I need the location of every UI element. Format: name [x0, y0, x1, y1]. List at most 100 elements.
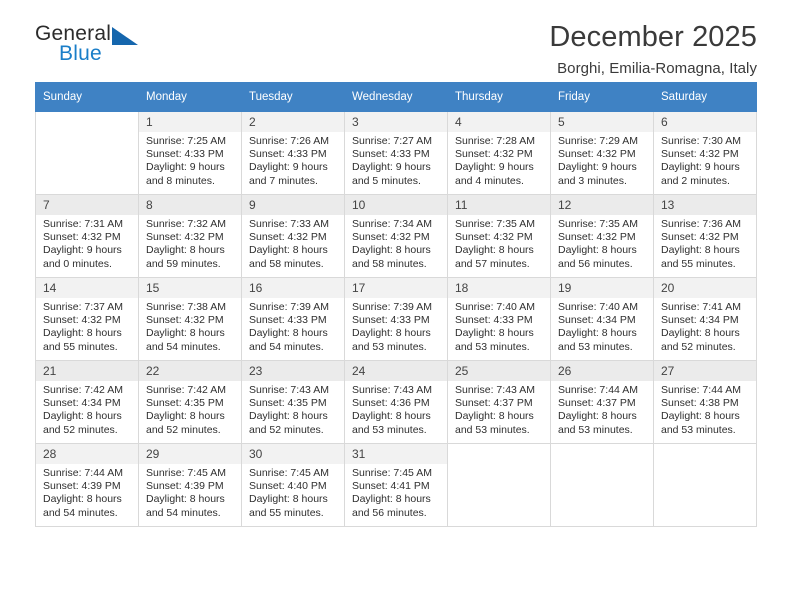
calendar-day-cell[interactable]: 16 Sunrise: 7:39 AM Sunset: 4:33 PM Dayligh…	[241, 277, 345, 361]
calendar-table: Sunday Monday Tuesday Wednesday Thursday…	[35, 82, 757, 527]
calendar-day-cell[interactable]: 17 Sunrise: 7:39 AM Sunset: 4:33 PM Dayligh…	[344, 277, 448, 361]
daylight-text: and 53 minutes.	[455, 423, 530, 436]
weekday-header-sunday: Sunday	[35, 82, 139, 112]
calendar-day-cell[interactable]: 27 Sunrise: 7:44 AM Sunset: 4:38 PM Dayligh…	[653, 360, 757, 444]
sunrise-text: Sunrise: 7:39 AM	[249, 301, 329, 313]
calendar-day-cell[interactable]: 10 Sunrise: 7:34 AM Sunset: 4:32 PM Dayligh…	[344, 194, 448, 278]
calendar-day-cell[interactable]: 21 Sunrise: 7:42 AM Sunset: 4:34 PM Dayligh…	[35, 360, 139, 444]
sunrise-text: Sunrise: 7:35 AM	[455, 218, 535, 230]
day-number: 15	[139, 278, 241, 298]
daylight-text: Daylight: 8 hours	[661, 327, 740, 340]
day-number: 2	[242, 112, 344, 132]
calendar-day-cell[interactable]: 26 Sunrise: 7:44 AM Sunset: 4:37 PM Dayligh…	[550, 360, 654, 444]
daylight-text: Daylight: 8 hours	[146, 410, 225, 423]
calendar-day-cell[interactable]: 13 Sunrise: 7:36 AM Sunset: 4:32 PM Dayligh…	[653, 194, 757, 278]
day-number: 20	[654, 278, 756, 298]
calendar-day-cell[interactable]: 1 Sunrise: 7:25 AM Sunset: 4:33 PM Daylight…	[138, 111, 242, 195]
sunrise-text: Sunrise: 7:43 AM	[455, 384, 535, 396]
sunrise-text: Sunrise: 7:42 AM	[146, 384, 226, 396]
sunset-text: Sunset: 4:34 PM	[43, 397, 121, 410]
daylight-text: and 55 minutes.	[249, 506, 324, 519]
daylight-text: Daylight: 8 hours	[455, 410, 534, 423]
calendar-day-cell[interactable]: 11 Sunrise: 7:35 AM Sunset: 4:32 PM Dayligh…	[447, 194, 551, 278]
sunset-text: Sunset: 4:33 PM	[249, 314, 327, 327]
calendar-day-cell[interactable]: 18 Sunrise: 7:40 AM Sunset: 4:33 PM Dayligh…	[447, 277, 551, 361]
daylight-text: and 53 minutes.	[352, 423, 427, 436]
sunset-text: Sunset: 4:32 PM	[558, 148, 636, 161]
page-title: December 2025	[549, 21, 757, 53]
day-number: 29	[139, 444, 241, 464]
daylight-text: Daylight: 8 hours	[43, 327, 122, 340]
day-number: 14	[36, 278, 138, 298]
daylight-text: and 58 minutes.	[249, 257, 324, 270]
calendar-day-cell[interactable]: 19 Sunrise: 7:40 AM Sunset: 4:34 PM Dayligh…	[550, 277, 654, 361]
daylight-text: and 52 minutes.	[43, 423, 118, 436]
calendar-day-cell[interactable]: 22 Sunrise: 7:42 AM Sunset: 4:35 PM Dayligh…	[138, 360, 242, 444]
sunset-text: Sunset: 4:35 PM	[249, 397, 327, 410]
calendar-day-cell[interactable]: 6 Sunrise: 7:30 AM Sunset: 4:32 PM Daylight…	[653, 111, 757, 195]
day-number: 31	[345, 444, 447, 464]
day-details: Sunrise: 7:43 AM Sunset: 4:35 PM Daylight:…	[242, 381, 344, 437]
sunset-text: Sunset: 4:37 PM	[558, 397, 636, 410]
calendar-day-cell[interactable]: 14 Sunrise: 7:37 AM Sunset: 4:32 PM Dayligh…	[35, 277, 139, 361]
calendar-day-cell[interactable]: 24 Sunrise: 7:43 AM Sunset: 4:36 PM Dayligh…	[344, 360, 448, 444]
daylight-text: and 53 minutes.	[558, 340, 633, 353]
sunrise-text: Sunrise: 7:43 AM	[352, 384, 432, 396]
sunrise-text: Sunrise: 7:44 AM	[661, 384, 741, 396]
weekday-header-saturday: Saturday	[653, 82, 757, 112]
sunrise-text: Sunrise: 7:44 AM	[43, 467, 123, 479]
calendar-day-cell[interactable]: 12 Sunrise: 7:35 AM Sunset: 4:32 PM Dayligh…	[550, 194, 654, 278]
daylight-text: Daylight: 8 hours	[43, 410, 122, 423]
daylight-text: and 5 minutes.	[352, 174, 421, 187]
calendar-day-cell[interactable]: 20 Sunrise: 7:41 AM Sunset: 4:34 PM Dayligh…	[653, 277, 757, 361]
calendar-day-cell[interactable]: 23 Sunrise: 7:43 AM Sunset: 4:35 PM Dayligh…	[241, 360, 345, 444]
daylight-text: and 54 minutes.	[43, 506, 118, 519]
daylight-text: and 52 minutes.	[661, 340, 736, 353]
sunset-text: Sunset: 4:33 PM	[352, 314, 430, 327]
sunrise-text: Sunrise: 7:40 AM	[558, 301, 638, 313]
daylight-text: and 7 minutes.	[249, 174, 318, 187]
sunrise-text: Sunrise: 7:33 AM	[249, 218, 329, 230]
day-details: Sunrise: 7:41 AM Sunset: 4:34 PM Daylight:…	[654, 298, 756, 354]
daylight-text: Daylight: 9 hours	[455, 161, 534, 174]
day-details: Sunrise: 7:39 AM Sunset: 4:33 PM Daylight:…	[242, 298, 344, 354]
day-number: 27	[654, 361, 756, 381]
daylight-text: Daylight: 8 hours	[352, 410, 431, 423]
page-subtitle: Borghi, Emilia-Romagna, Italy	[557, 60, 757, 78]
sunset-text: Sunset: 4:39 PM	[146, 480, 224, 493]
calendar-day-cell[interactable]: 30 Sunrise: 7:45 AM Sunset: 4:40 PM Dayligh…	[241, 443, 345, 527]
sunrise-text: Sunrise: 7:35 AM	[558, 218, 638, 230]
sunset-text: Sunset: 4:32 PM	[146, 314, 224, 327]
calendar-day-cell[interactable]: 9 Sunrise: 7:33 AM Sunset: 4:32 PM Daylight…	[241, 194, 345, 278]
daylight-text: Daylight: 9 hours	[146, 161, 225, 174]
day-number: 10	[345, 195, 447, 215]
day-number: 13	[654, 195, 756, 215]
calendar-day-cell[interactable]: 29 Sunrise: 7:45 AM Sunset: 4:39 PM Dayligh…	[138, 443, 242, 527]
title-block: December 2025 Borghi, Emilia-Romagna, It…	[549, 21, 757, 78]
calendar-day-cell[interactable]: 15 Sunrise: 7:38 AM Sunset: 4:32 PM Dayligh…	[138, 277, 242, 361]
calendar-day-cell[interactable]: 2 Sunrise: 7:26 AM Sunset: 4:33 PM Daylight…	[241, 111, 345, 195]
day-details: Sunrise: 7:33 AM Sunset: 4:32 PM Daylight:…	[242, 215, 344, 271]
day-number: 5	[551, 112, 653, 132]
calendar-day-cell[interactable]: 7 Sunrise: 7:31 AM Sunset: 4:32 PM Daylight…	[35, 194, 139, 278]
day-number: 9	[242, 195, 344, 215]
calendar-day-cell[interactable]: 28 Sunrise: 7:44 AM Sunset: 4:39 PM Dayligh…	[35, 443, 139, 527]
sunrise-text: Sunrise: 7:42 AM	[43, 384, 123, 396]
day-number: 8	[139, 195, 241, 215]
sunrise-text: Sunrise: 7:39 AM	[352, 301, 432, 313]
weekday-header-wednesday: Wednesday	[344, 82, 448, 112]
day-number: 25	[448, 361, 550, 381]
daylight-text: and 56 minutes.	[558, 257, 633, 270]
day-number: 4	[448, 112, 550, 132]
calendar-day-cell[interactable]: 25 Sunrise: 7:43 AM Sunset: 4:37 PM Dayligh…	[447, 360, 551, 444]
sunrise-text: Sunrise: 7:45 AM	[146, 467, 226, 479]
calendar-day-cell[interactable]: 3 Sunrise: 7:27 AM Sunset: 4:33 PM Daylight…	[344, 111, 448, 195]
calendar-day-cell[interactable]: 5 Sunrise: 7:29 AM Sunset: 4:32 PM Daylight…	[550, 111, 654, 195]
daylight-text: Daylight: 8 hours	[146, 493, 225, 506]
daylight-text: Daylight: 8 hours	[43, 493, 122, 506]
calendar-day-cell[interactable]: 4 Sunrise: 7:28 AM Sunset: 4:32 PM Daylight…	[447, 111, 551, 195]
day-number: 11	[448, 195, 550, 215]
calendar-day-cell[interactable]: 31 Sunrise: 7:45 AM Sunset: 4:41 PM Dayligh…	[344, 443, 448, 527]
calendar-day-cell[interactable]: 8 Sunrise: 7:32 AM Sunset: 4:32 PM Daylight…	[138, 194, 242, 278]
general-blue-logo[interactable]: General Blue	[35, 22, 150, 68]
